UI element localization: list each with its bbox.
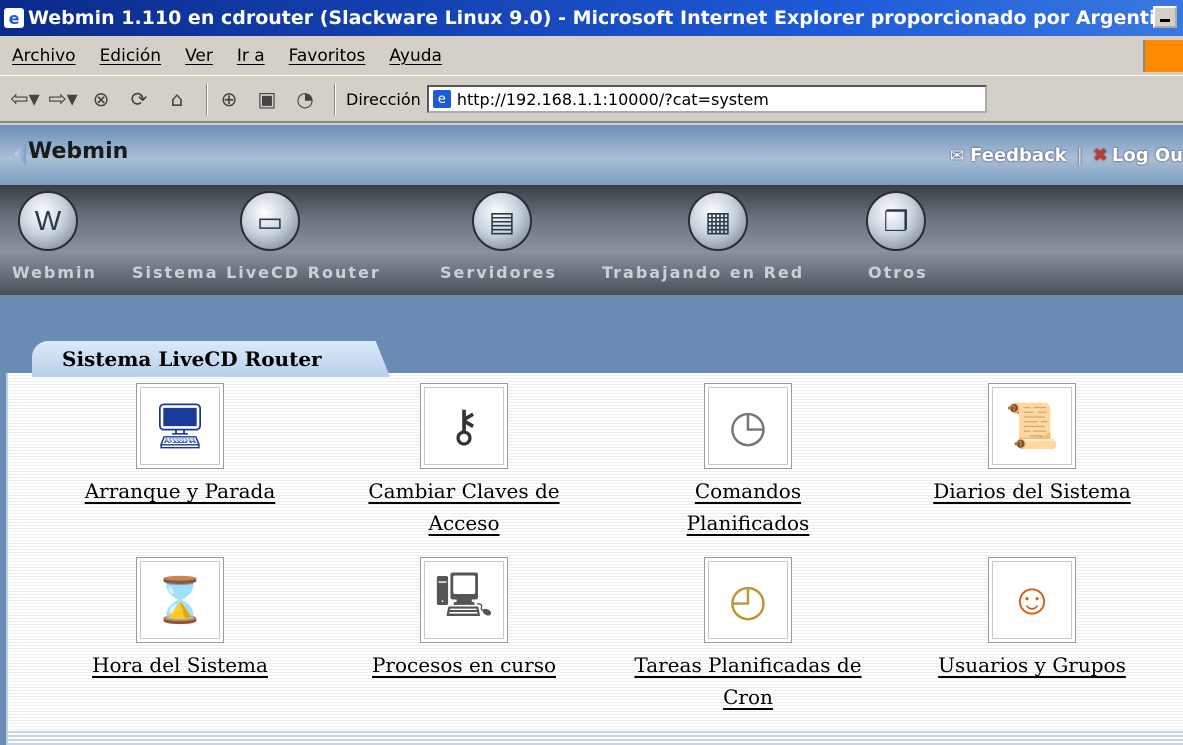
back-icon[interactable]: ⇦▾	[10, 83, 40, 115]
servers-icon: ▤	[472, 191, 532, 251]
logout-link[interactable]: Log Ou	[1112, 145, 1183, 166]
address-value: http://192.168.1.1:10000/?cat=system	[456, 89, 769, 109]
category-label-servidores[interactable]: Servidores	[440, 263, 557, 282]
category-label-red[interactable]: Trabajando en Red	[602, 263, 804, 282]
window-title-bar: e Webmin 1.110 en cdrouter (Slackware Li…	[0, 0, 1183, 36]
forward-icon[interactable]: ⇨▾	[48, 83, 78, 115]
search-icon[interactable]: ⊕	[214, 83, 244, 115]
logout-icon: ✖	[1092, 145, 1108, 166]
module-procesos[interactable]: 🖳 Procesos en curso	[334, 557, 594, 681]
monitor-icon: 🖥	[136, 383, 224, 469]
category-sistema[interactable]: ▭	[240, 191, 300, 251]
category-label-sistema[interactable]: Sistema LiveCD Router	[132, 263, 381, 282]
webmin-icon: W	[18, 191, 78, 251]
scroll-icon: 📜	[988, 383, 1076, 469]
computer-icon: ▭	[240, 191, 300, 251]
menu-ayuda[interactable]: Ayuda	[389, 46, 442, 66]
category-servidores[interactable]: ▤	[472, 191, 532, 251]
category-label-webmin[interactable]: Webmin	[12, 263, 97, 282]
toolbar: ⇦▾ ⇨▾ ⊗ ⟳ ⌂ ⊕ ▣ ◔ Dirección e http://192…	[0, 77, 1183, 123]
menu-ver[interactable]: Ver	[185, 46, 213, 66]
keys-icon: ⚷	[420, 383, 508, 469]
section-title: Sistema LiveCD Router	[62, 347, 322, 371]
module-cron[interactable]: ◴ Tareas Planificadas de Cron	[618, 557, 878, 713]
menu-archivo[interactable]: Archivo	[12, 46, 76, 66]
category-bar: W ▭ ▤ ▦ ❐ Webmin Sistema LiveCD Router S…	[0, 185, 1183, 295]
menu-edicion[interactable]: Edición	[100, 46, 162, 66]
mail-icon: ✉	[949, 145, 965, 166]
module-label[interactable]: Usuarios y Grupos	[938, 649, 1126, 681]
others-icon: ❐	[866, 191, 926, 251]
calendar-hourglass-icon: ⌛	[136, 557, 224, 643]
module-label[interactable]: Arranque y Parada	[85, 475, 276, 507]
module-hora[interactable]: ⌛ Hora del Sistema	[50, 557, 310, 681]
ie-icon: e	[4, 8, 24, 28]
address-input[interactable]: e http://192.168.1.1:10000/?cat=system	[426, 85, 987, 113]
link-divider: |	[1076, 145, 1083, 166]
toolbar-separator	[334, 83, 336, 115]
category-webmin[interactable]: W	[18, 191, 78, 251]
category-label-otros[interactable]: Otros	[868, 263, 928, 282]
modules-panel: 🖥 Arranque y Parada ⚷ Cambiar Claves de A…	[6, 373, 1183, 745]
favorites-icon[interactable]: ▣	[252, 83, 282, 115]
module-label[interactable]: Procesos en curso	[372, 649, 556, 681]
module-claves[interactable]: ⚷ Cambiar Claves de Acceso	[334, 383, 594, 539]
window-title: Webmin 1.110 en cdrouter (Slackware Linu…	[28, 7, 1178, 29]
menu-bar: Archivo Edición Ver Ir a Favoritos Ayuda	[0, 36, 1183, 76]
section-tab: Sistema LiveCD Router	[32, 341, 390, 377]
panel-bottom-lines	[8, 731, 1183, 745]
menu-ir-a[interactable]: Ir a	[237, 46, 265, 66]
toolbar-separator	[206, 83, 208, 115]
refresh-icon[interactable]: ⟳	[124, 83, 154, 115]
menu-favoritos[interactable]: Favoritos	[289, 46, 366, 66]
address-label: Dirección	[346, 89, 421, 109]
module-label[interactable]: Hora del Sistema	[92, 649, 268, 681]
module-usuarios[interactable]: ☺ Usuarios y Grupos	[902, 557, 1162, 681]
home-icon[interactable]: ⌂	[162, 83, 192, 115]
module-label[interactable]: Diarios del Sistema	[933, 475, 1131, 507]
header-links: ✉ Feedback | ✖ Log Ou	[950, 145, 1183, 166]
feedback-link[interactable]: Feedback	[970, 145, 1067, 166]
category-red[interactable]: ▦	[688, 191, 748, 251]
module-diarios[interactable]: 📜 Diarios del Sistema	[902, 383, 1162, 507]
process-monitor-icon: 🖳	[420, 557, 508, 643]
user-face-icon: ☺	[988, 557, 1076, 643]
history-icon[interactable]: ◔	[290, 83, 320, 115]
clocks-icon: ◴	[704, 557, 792, 643]
stop-icon[interactable]: ⊗	[86, 83, 116, 115]
minimize-button[interactable]	[1153, 6, 1177, 28]
module-label[interactable]: Cambiar Claves de Acceso	[368, 475, 559, 539]
webmin-logo[interactable]: Webmin	[14, 139, 128, 164]
ie-throbber-logo	[1143, 40, 1183, 72]
webmin-header: Webmin ✉ Feedback | ✖ Log Ou	[0, 125, 1183, 185]
module-comandos[interactable]: ◷ Comandos Planificados	[618, 383, 878, 539]
page-icon: e	[432, 90, 451, 108]
category-otros[interactable]: ❐	[866, 191, 926, 251]
module-label[interactable]: Comandos Planificados	[687, 475, 810, 539]
module-arranque[interactable]: 🖥 Arranque y Parada	[50, 383, 310, 507]
network-icon: ▦	[688, 191, 748, 251]
clock-script-icon: ◷	[704, 383, 792, 469]
module-label[interactable]: Tareas Planificadas de Cron	[634, 649, 861, 713]
page-content: Webmin ✉ Feedback | ✖ Log Ou W ▭ ▤ ▦ ❐ W…	[0, 125, 1183, 745]
